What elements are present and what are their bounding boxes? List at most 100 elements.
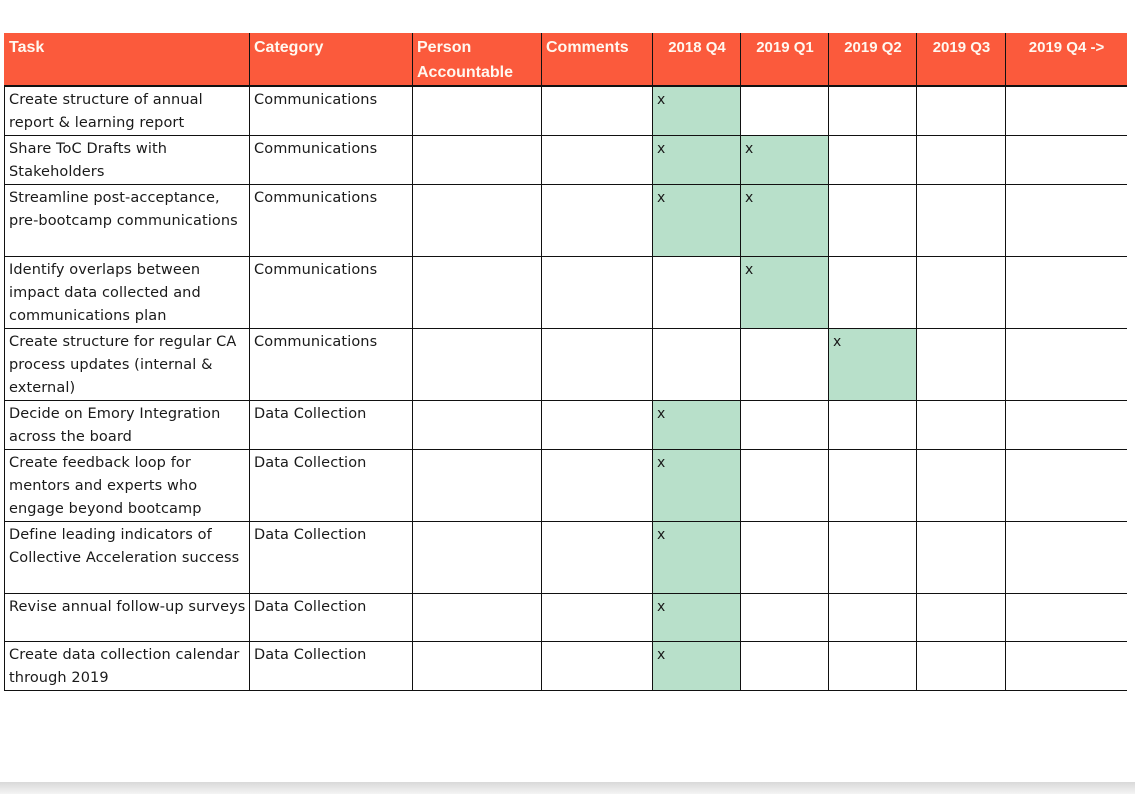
quarter-cell[interactable] [652, 328, 741, 401]
quarter-cell[interactable]: x [652, 400, 741, 450]
quarter-cell[interactable] [1005, 641, 1127, 691]
header-quarter[interactable]: 2019 Q3 [916, 33, 1006, 87]
person-accountable-cell[interactable] [412, 328, 542, 401]
quarter-cell[interactable] [916, 449, 1006, 522]
comments-cell[interactable] [541, 449, 653, 522]
category-cell[interactable]: Data Collection [249, 449, 413, 522]
comments-cell[interactable] [541, 641, 653, 691]
task-cell[interactable]: Create data collection calendar through … [4, 641, 250, 691]
quarter-cell[interactable]: x [740, 184, 829, 257]
header-quarter[interactable]: 2018 Q4 [652, 33, 741, 87]
quarter-cell[interactable]: x [828, 328, 917, 401]
category-cell[interactable]: Communications [249, 256, 413, 329]
comments-cell[interactable] [541, 328, 653, 401]
category-cell[interactable]: Communications [249, 135, 413, 185]
quarter-cell[interactable] [1005, 256, 1127, 329]
quarter-cell[interactable] [1005, 400, 1127, 450]
quarter-cell[interactable] [828, 400, 917, 450]
quarter-cell[interactable] [916, 641, 1006, 691]
quarter-cell[interactable]: x [652, 521, 741, 594]
comments-cell[interactable] [541, 521, 653, 594]
comments-cell[interactable] [541, 256, 653, 329]
quarter-cell[interactable] [740, 593, 829, 642]
quarter-cell[interactable]: x [652, 449, 741, 522]
quarter-cell[interactable] [916, 184, 1006, 257]
quarter-cell[interactable] [916, 593, 1006, 642]
quarter-cell[interactable] [740, 449, 829, 522]
task-cell[interactable]: Create structure for regular CA process … [4, 328, 250, 401]
header-comments[interactable]: Comments [541, 33, 653, 87]
person-accountable-cell[interactable] [412, 256, 542, 329]
quarter-cell[interactable] [1005, 135, 1127, 185]
table-row: Identify overlaps between impact data co… [4, 256, 1127, 329]
quarter-cell[interactable]: x [740, 135, 829, 185]
category-cell[interactable]: Data Collection [249, 641, 413, 691]
quarter-cell[interactable]: x [652, 184, 741, 257]
comments-cell[interactable] [541, 135, 653, 185]
quarter-cell[interactable] [828, 184, 917, 257]
comments-cell[interactable] [541, 400, 653, 450]
category-cell[interactable]: Data Collection [249, 521, 413, 594]
quarter-cell[interactable] [916, 85, 1006, 136]
person-accountable-cell[interactable] [412, 184, 542, 257]
comments-cell[interactable] [541, 85, 653, 136]
quarter-cell[interactable]: x [740, 256, 829, 329]
header-quarter[interactable]: 2019 Q4 -> [1005, 33, 1127, 87]
quarter-cell[interactable] [740, 400, 829, 450]
category-cell[interactable]: Data Collection [249, 400, 413, 450]
category-cell[interactable]: Communications [249, 328, 413, 401]
quarter-cell[interactable]: x [652, 593, 741, 642]
task-cell[interactable]: Share ToC Drafts with Stakeholders [4, 135, 250, 185]
quarter-cell[interactable] [828, 256, 917, 329]
header-person-accountable[interactable]: Person Accountable [412, 33, 542, 87]
quarter-cell[interactable] [828, 593, 917, 642]
quarter-cell[interactable] [740, 641, 829, 691]
quarter-cell[interactable] [828, 85, 917, 136]
quarter-cell[interactable] [916, 400, 1006, 450]
quarter-cell[interactable] [1005, 328, 1127, 401]
person-accountable-cell[interactable] [412, 593, 542, 642]
quarter-cell[interactable] [828, 641, 917, 691]
quarter-cell[interactable]: x [652, 85, 741, 136]
header-quarter[interactable]: 2019 Q1 [740, 33, 829, 87]
quarter-cell[interactable] [740, 328, 829, 401]
person-accountable-cell[interactable] [412, 400, 542, 450]
quarter-cell[interactable] [1005, 184, 1127, 257]
quarter-cell[interactable] [740, 521, 829, 594]
task-cell[interactable]: Identify overlaps between impact data co… [4, 256, 250, 329]
quarter-cell[interactable] [916, 521, 1006, 594]
task-cell[interactable]: Create feedback loop for mentors and exp… [4, 449, 250, 522]
quarter-cell[interactable] [916, 256, 1006, 329]
header-category[interactable]: Category [249, 33, 413, 87]
person-accountable-cell[interactable] [412, 85, 542, 136]
header-quarter[interactable]: 2019 Q2 [828, 33, 917, 87]
comments-cell[interactable] [541, 593, 653, 642]
comments-cell[interactable] [541, 184, 653, 257]
quarter-cell[interactable] [1005, 521, 1127, 594]
header-task[interactable]: Task [4, 33, 250, 87]
quarter-cell[interactable] [1005, 593, 1127, 642]
category-cell[interactable]: Communications [249, 85, 413, 136]
task-cell[interactable]: Streamline post-acceptance, pre-bootcamp… [4, 184, 250, 257]
category-cell[interactable]: Data Collection [249, 593, 413, 642]
task-cell[interactable]: Revise annual follow-up surveys [4, 593, 250, 642]
quarter-cell[interactable] [1005, 85, 1127, 136]
person-accountable-cell[interactable] [412, 521, 542, 594]
task-cell[interactable]: Decide on Emory Integration across the b… [4, 400, 250, 450]
quarter-cell[interactable] [916, 328, 1006, 401]
task-cell[interactable]: Define leading indicators of Collective … [4, 521, 250, 594]
person-accountable-cell[interactable] [412, 135, 542, 185]
person-accountable-cell[interactable] [412, 641, 542, 691]
quarter-cell[interactable] [828, 521, 917, 594]
category-cell[interactable]: Communications [249, 184, 413, 257]
person-accountable-cell[interactable] [412, 449, 542, 522]
quarter-cell[interactable] [828, 449, 917, 522]
quarter-cell[interactable] [740, 85, 829, 136]
quarter-cell[interactable] [916, 135, 1006, 185]
task-cell[interactable]: Create structure of annual report & lear… [4, 85, 250, 136]
quarter-cell[interactable]: x [652, 135, 741, 185]
quarter-cell[interactable] [828, 135, 917, 185]
quarter-cell[interactable] [1005, 449, 1127, 522]
quarter-cell[interactable] [652, 256, 741, 329]
quarter-cell[interactable]: x [652, 641, 741, 691]
